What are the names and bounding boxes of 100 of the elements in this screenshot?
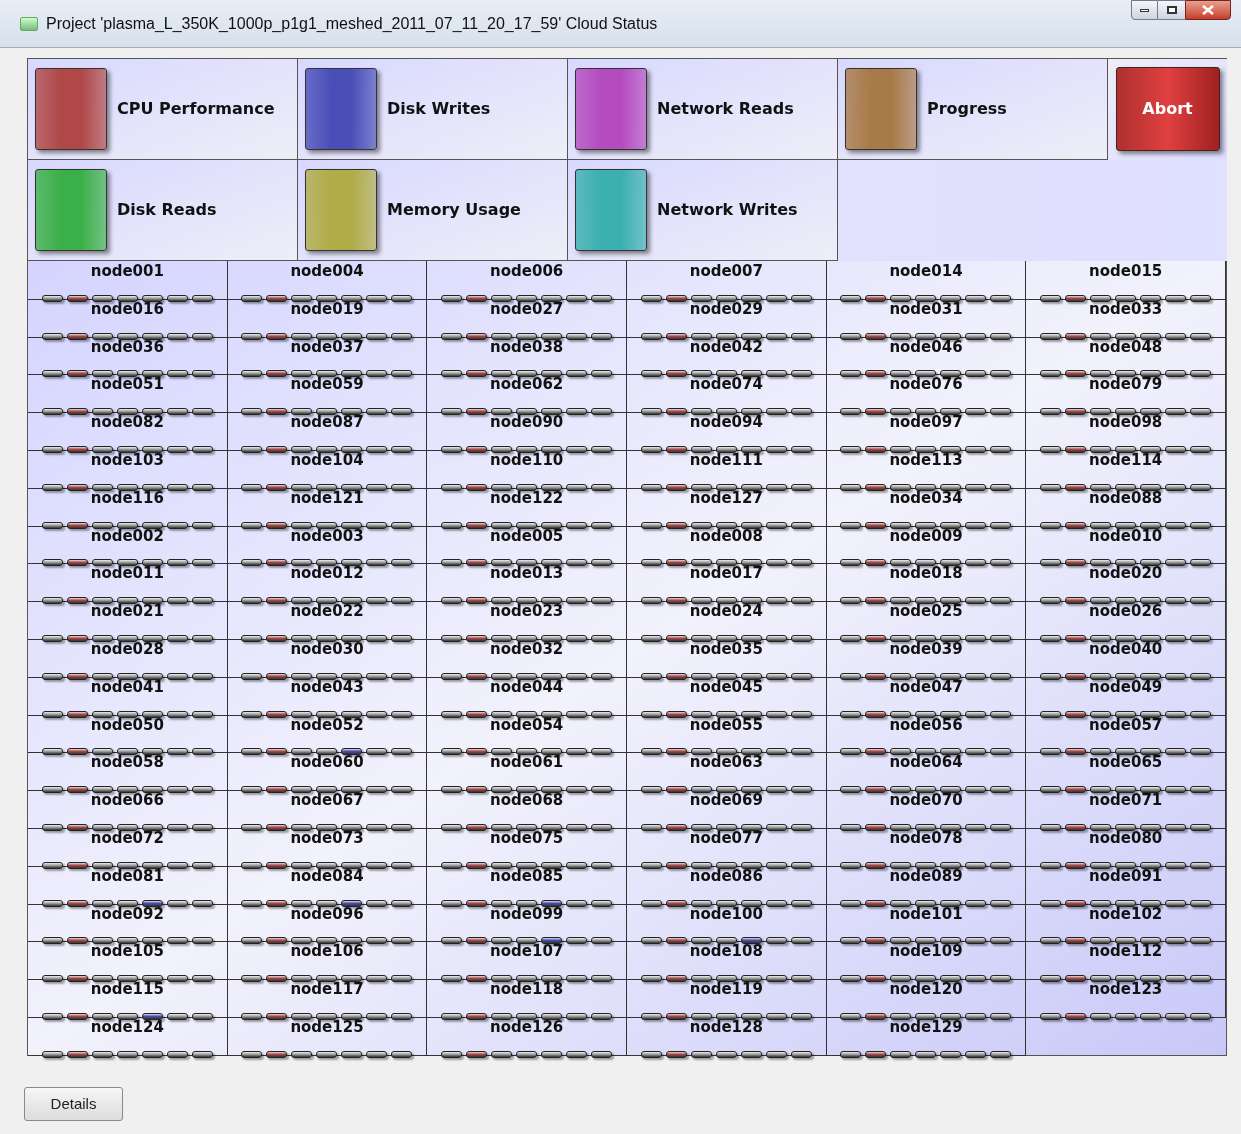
node-cell[interactable]: node023 <box>427 601 627 640</box>
node-cell[interactable]: node041 <box>28 676 228 716</box>
node-cell[interactable]: node073 <box>227 827 428 867</box>
node-cell[interactable]: node100 <box>627 903 827 943</box>
node-cell[interactable]: node060 <box>227 752 428 792</box>
node-cell[interactable]: node024 <box>627 601 827 640</box>
node-cell[interactable]: node088 <box>1026 487 1226 527</box>
node-cell[interactable]: node115 <box>28 979 228 1018</box>
node-cell[interactable]: node113 <box>826 450 1027 489</box>
node-cell[interactable]: node062 <box>427 374 627 414</box>
node-cell[interactable]: node114 <box>1026 450 1226 489</box>
node-cell[interactable]: node066 <box>28 790 228 829</box>
node-cell[interactable]: node078 <box>826 827 1027 867</box>
node-cell[interactable]: node082 <box>28 412 228 451</box>
abort-button[interactable]: Abort <box>1115 67 1220 151</box>
node-cell[interactable]: node102 <box>1026 903 1226 943</box>
node-cell[interactable]: node127 <box>627 487 827 527</box>
node-cell[interactable]: node036 <box>28 336 228 376</box>
node-cell[interactable]: node032 <box>427 638 627 678</box>
node-cell[interactable]: node070 <box>826 790 1027 829</box>
node-cell[interactable]: node090 <box>427 412 627 451</box>
node-cell[interactable]: node119 <box>627 979 827 1018</box>
node-cell[interactable]: node049 <box>1026 676 1226 716</box>
node-cell[interactable]: node011 <box>28 563 228 603</box>
node-cell[interactable]: node061 <box>427 752 627 792</box>
node-cell[interactable]: node047 <box>826 676 1027 716</box>
node-cell[interactable]: node008 <box>627 525 827 565</box>
node-cell[interactable]: node063 <box>627 752 827 792</box>
node-cell[interactable]: node067 <box>227 790 428 829</box>
node-cell[interactable]: node035 <box>627 638 827 678</box>
node-cell[interactable]: node103 <box>28 450 228 489</box>
node-cell[interactable]: node027 <box>427 298 627 338</box>
node-cell[interactable]: node074 <box>627 374 827 414</box>
node-cell[interactable]: node015 <box>1026 261 1226 300</box>
node-cell[interactable]: node104 <box>227 450 428 489</box>
node-cell[interactable]: node084 <box>227 865 428 905</box>
node-cell[interactable]: node123 <box>1026 979 1226 1018</box>
node-cell[interactable]: node064 <box>826 752 1027 792</box>
node-cell[interactable]: node039 <box>826 638 1027 678</box>
node-cell[interactable]: node121 <box>227 487 428 527</box>
node-cell[interactable]: node097 <box>826 412 1027 451</box>
node-cell[interactable]: node002 <box>28 525 228 565</box>
legend-button[interactable]: Network Reads <box>568 59 838 160</box>
node-cell[interactable]: node109 <box>826 941 1027 981</box>
node-cell[interactable]: node058 <box>28 752 228 792</box>
node-cell[interactable]: node055 <box>627 714 827 754</box>
node-cell[interactable]: node091 <box>1026 865 1226 905</box>
node-cell[interactable]: node017 <box>627 563 827 603</box>
node-cell[interactable]: node092 <box>28 903 228 943</box>
node-cell[interactable]: node116 <box>28 487 228 527</box>
node-cell[interactable]: node022 <box>227 601 428 640</box>
node-cell[interactable]: node098 <box>1026 412 1226 451</box>
node-cell[interactable]: node025 <box>826 601 1027 640</box>
node-cell[interactable]: node080 <box>1026 827 1226 867</box>
node-cell[interactable]: node120 <box>826 979 1027 1018</box>
node-cell[interactable]: node094 <box>627 412 827 451</box>
node-cell[interactable]: node101 <box>826 903 1027 943</box>
node-cell[interactable]: node029 <box>627 298 827 338</box>
node-cell[interactable]: node128 <box>627 1016 827 1056</box>
node-cell[interactable]: node107 <box>427 941 627 981</box>
node-cell[interactable]: node052 <box>227 714 428 754</box>
node-cell[interactable]: node057 <box>1026 714 1226 754</box>
node-cell[interactable]: node038 <box>427 336 627 376</box>
node-cell[interactable]: node110 <box>427 450 627 489</box>
node-cell[interactable]: node056 <box>826 714 1027 754</box>
node-cell[interactable]: node016 <box>28 298 228 338</box>
node-cell[interactable]: node106 <box>227 941 428 981</box>
node-cell[interactable]: node044 <box>427 676 627 716</box>
node-cell[interactable]: node122 <box>427 487 627 527</box>
node-cell[interactable]: node007 <box>627 261 827 300</box>
node-cell[interactable]: node096 <box>227 903 428 943</box>
node-cell[interactable]: node009 <box>826 525 1027 565</box>
node-cell[interactable]: node085 <box>427 865 627 905</box>
node-cell[interactable]: node001 <box>28 261 228 300</box>
node-cell[interactable]: node077 <box>627 827 827 867</box>
node-cell[interactable]: node075 <box>427 827 627 867</box>
node-cell[interactable]: node125 <box>227 1016 428 1056</box>
node-cell[interactable]: node003 <box>227 525 428 565</box>
node-cell[interactable]: node020 <box>1026 563 1226 603</box>
node-cell[interactable]: node112 <box>1026 941 1226 981</box>
node-cell[interactable]: node111 <box>627 450 827 489</box>
legend-button[interactable]: Network Writes <box>568 160 838 261</box>
node-cell[interactable]: node042 <box>627 336 827 376</box>
node-cell[interactable]: node081 <box>28 865 228 905</box>
node-cell[interactable]: node072 <box>28 827 228 867</box>
node-cell[interactable]: node129 <box>826 1016 1027 1056</box>
node-cell[interactable]: node054 <box>427 714 627 754</box>
node-cell[interactable]: node086 <box>627 865 827 905</box>
node-cell[interactable]: node021 <box>28 601 228 640</box>
node-cell[interactable]: node010 <box>1026 525 1226 565</box>
node-cell[interactable]: node004 <box>227 261 428 300</box>
legend-button[interactable]: Progress <box>838 59 1108 160</box>
node-cell[interactable]: node065 <box>1026 752 1226 792</box>
node-cell[interactable]: node026 <box>1026 601 1226 640</box>
node-cell[interactable]: node033 <box>1026 298 1226 338</box>
node-cell[interactable]: node012 <box>227 563 428 603</box>
node-cell[interactable]: node117 <box>227 979 428 1018</box>
node-cell[interactable]: node087 <box>227 412 428 451</box>
node-cell[interactable]: node005 <box>427 525 627 565</box>
node-cell[interactable]: node118 <box>427 979 627 1018</box>
